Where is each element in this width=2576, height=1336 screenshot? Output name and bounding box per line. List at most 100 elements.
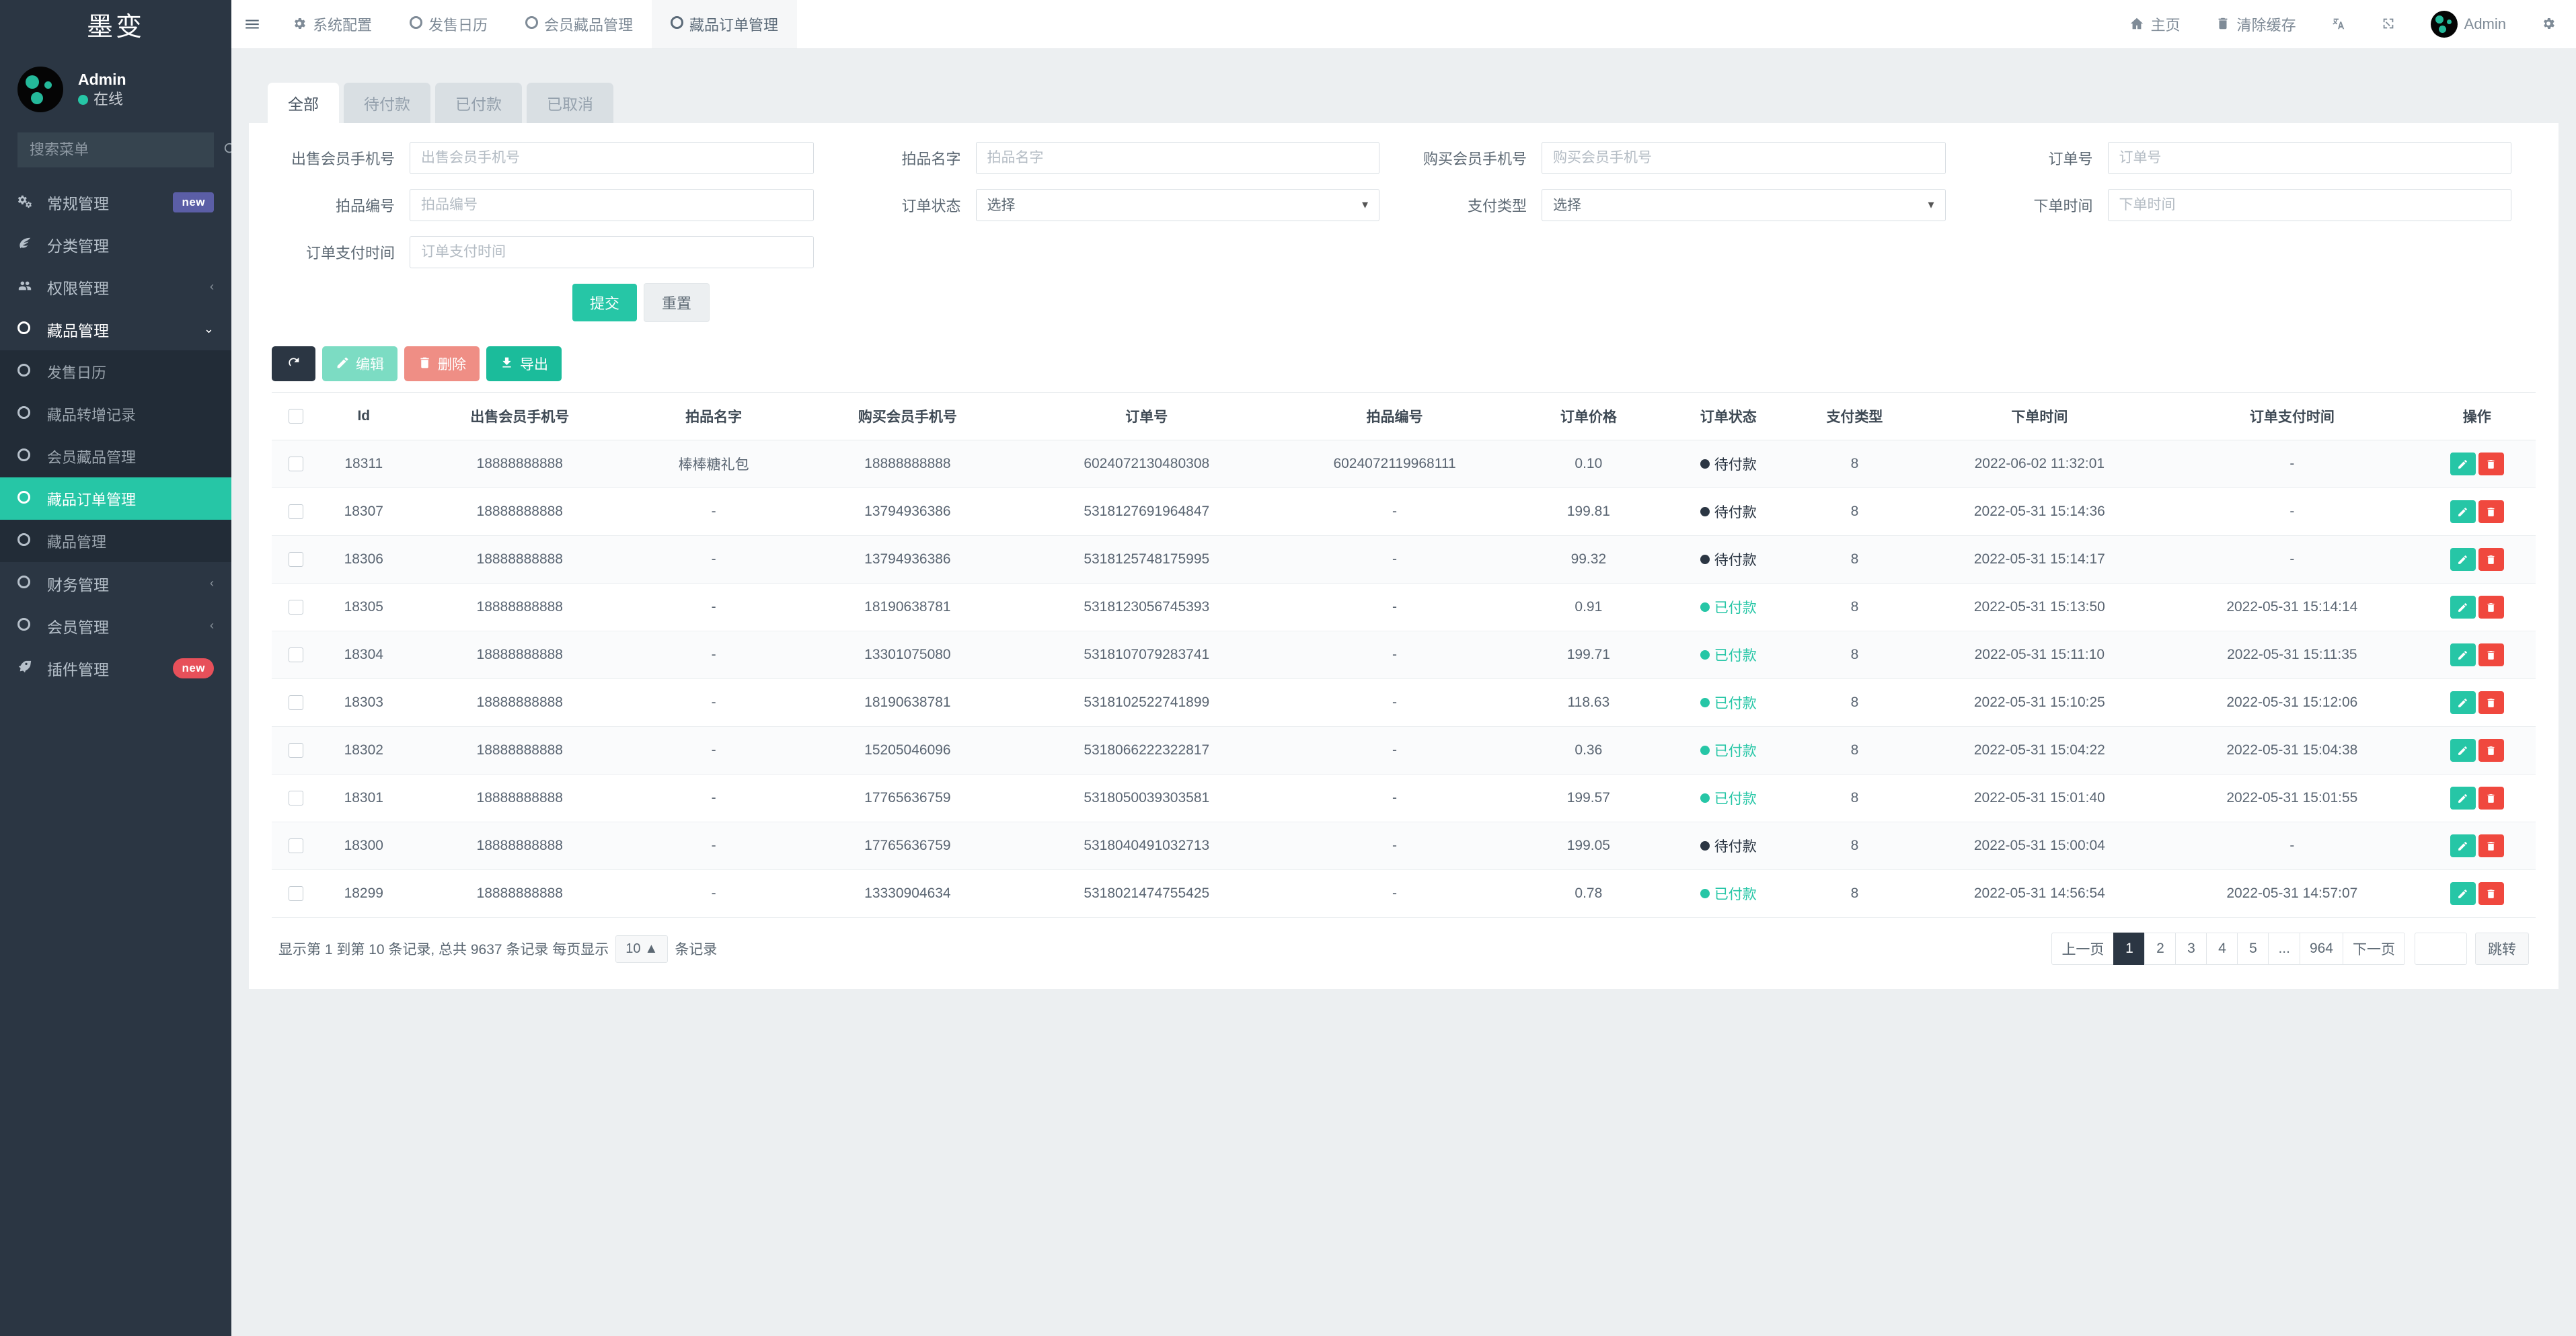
table-row[interactable]: 1829918888888888-13330904634531802147475… — [272, 870, 2536, 918]
row-edit-button[interactable] — [2450, 882, 2476, 905]
row-checkbox[interactable] — [289, 600, 303, 615]
column-header-0[interactable]: Id — [320, 393, 407, 440]
row-edit-button[interactable] — [2450, 453, 2476, 475]
sidebar-item-9[interactable]: 财务管理‹ — [0, 562, 231, 604]
column-header-9[interactable]: 下单时间 — [1914, 393, 2166, 440]
column-header-5[interactable]: 拍品编号 — [1273, 393, 1517, 440]
pager-page-4[interactable]: 5 — [2237, 933, 2268, 965]
field-input-4[interactable] — [410, 189, 814, 221]
column-header-7[interactable]: 订单状态 — [1661, 393, 1796, 440]
topbar-action-3[interactable] — [2363, 0, 2413, 48]
tab-3[interactable]: 已取消 — [527, 83, 613, 123]
topbar-tab-1[interactable]: 发售日历 — [391, 0, 506, 48]
row-edit-button[interactable] — [2450, 739, 2476, 762]
row-delete-button[interactable] — [2478, 453, 2504, 475]
column-header-1[interactable]: 出售会员手机号 — [407, 393, 632, 440]
row-checkbox[interactable] — [289, 695, 303, 710]
jump-input[interactable] — [2415, 933, 2467, 965]
row-edit-button[interactable] — [2450, 834, 2476, 857]
table-row[interactable]: 1830718888888888-13794936386531812769196… — [272, 488, 2536, 536]
column-header-6[interactable]: 订单价格 — [1517, 393, 1661, 440]
sidebar-item-5[interactable]: 藏品转增记录 — [0, 393, 231, 435]
topbar-tab-3[interactable]: 藏品订单管理 — [652, 0, 797, 48]
row-checkbox[interactable] — [289, 743, 303, 758]
sidebar-item-2[interactable]: 权限管理‹ — [0, 266, 231, 308]
table-row[interactable]: 1830218888888888-15205046096531806622232… — [272, 727, 2536, 775]
topbar-action-2[interactable] — [2314, 0, 2363, 48]
jump-button[interactable]: 跳转 — [2475, 933, 2529, 965]
field-select-6[interactable]: 选择 — [1542, 189, 1946, 221]
row-delete-button[interactable] — [2478, 643, 2504, 666]
table-row[interactable]: 1830618888888888-13794936386531812574817… — [272, 536, 2536, 584]
menu-search[interactable] — [17, 132, 214, 167]
tab-0[interactable]: 全部 — [268, 83, 339, 123]
sidebar-item-8[interactable]: 藏品管理 — [0, 520, 231, 562]
topbar-tab-2[interactable]: 会员藏品管理 — [506, 0, 652, 48]
pager-page-2[interactable]: 3 — [2175, 933, 2206, 965]
topbar-action-4[interactable]: Admin — [2413, 0, 2524, 48]
topbar-tab-0[interactable]: 系统配置 — [273, 0, 391, 48]
pager-page-0[interactable]: 1 — [2113, 933, 2144, 965]
sidebar-item-4[interactable]: 发售日历 — [0, 350, 231, 393]
field-select-5[interactable]: 选择 — [976, 189, 1380, 221]
row-delete-button[interactable] — [2478, 834, 2504, 857]
sidebar-item-1[interactable]: 分类管理 — [0, 223, 231, 266]
pager-page-6[interactable]: 964 — [2300, 933, 2343, 965]
row-delete-button[interactable] — [2478, 882, 2504, 905]
field-input-3[interactable] — [2108, 142, 2512, 174]
sidebar-item-11[interactable]: 插件管理new — [0, 647, 231, 689]
row-checkbox[interactable] — [289, 504, 303, 519]
column-header-3[interactable]: 购买会员手机号 — [795, 393, 1020, 440]
row-edit-button[interactable] — [2450, 787, 2476, 810]
pager-page-1[interactable]: 2 — [2144, 933, 2175, 965]
column-header-2[interactable]: 拍品名字 — [632, 393, 794, 440]
row-checkbox[interactable] — [289, 791, 303, 805]
row-delete-button[interactable] — [2478, 548, 2504, 571]
row-checkbox[interactable] — [289, 647, 303, 662]
column-header-10[interactable]: 订单支付时间 — [2166, 393, 2418, 440]
delete-button[interactable]: 删除 — [404, 346, 480, 381]
column-header-8[interactable]: 支付类型 — [1796, 393, 1913, 440]
field-input-7[interactable] — [2108, 189, 2512, 221]
search-input[interactable] — [30, 141, 223, 159]
field-input-8[interactable] — [410, 236, 814, 268]
column-header-4[interactable]: 订单号 — [1020, 393, 1273, 440]
field-input-2[interactable] — [1542, 142, 1946, 174]
row-checkbox[interactable] — [289, 886, 303, 901]
sidebar-item-10[interactable]: 会员管理‹ — [0, 604, 231, 647]
table-row[interactable]: 1830018888888888-17765636759531804049103… — [272, 822, 2536, 870]
edit-button[interactable]: 编辑 — [322, 346, 397, 381]
table-row[interactable]: 1830318888888888-18190638781531810252274… — [272, 679, 2536, 727]
per-page-select[interactable]: 10 ▲ — [615, 935, 668, 963]
table-row[interactable]: 1831118888888888棒棒糖礼包1888888888860240721… — [272, 440, 2536, 488]
row-checkbox[interactable] — [289, 552, 303, 567]
sidebar-item-3[interactable]: 藏品管理⌄ — [0, 308, 231, 350]
refresh-button[interactable] — [272, 346, 315, 381]
hamburger-icon[interactable] — [231, 0, 273, 48]
row-edit-button[interactable] — [2450, 596, 2476, 619]
select-all-checkbox[interactable] — [289, 409, 303, 424]
sidebar-item-0[interactable]: 常规管理new — [0, 181, 231, 223]
row-edit-button[interactable] — [2450, 500, 2476, 523]
row-edit-button[interactable] — [2450, 643, 2476, 666]
reset-button[interactable]: 重置 — [644, 283, 710, 322]
field-input-1[interactable] — [976, 142, 1380, 174]
column-header-11[interactable]: 操作 — [2419, 393, 2536, 440]
table-row[interactable]: 1830418888888888-13301075080531810707928… — [272, 631, 2536, 679]
row-edit-button[interactable] — [2450, 691, 2476, 714]
pager-page-5[interactable]: ... — [2268, 933, 2300, 965]
topbar-action-0[interactable]: 主页 — [2112, 0, 2198, 48]
sidebar-item-7[interactable]: 藏品订单管理 — [0, 477, 231, 520]
row-delete-button[interactable] — [2478, 739, 2504, 762]
topbar-action-5[interactable] — [2524, 0, 2576, 48]
row-delete-button[interactable] — [2478, 787, 2504, 810]
pager-prev[interactable]: 上一页 — [2051, 933, 2113, 965]
topbar-action-1[interactable]: 清除缓存 — [2198, 0, 2314, 48]
pager-page-3[interactable]: 4 — [2206, 933, 2237, 965]
tab-2[interactable]: 已付款 — [435, 83, 522, 123]
row-delete-button[interactable] — [2478, 596, 2504, 619]
row-edit-button[interactable] — [2450, 548, 2476, 571]
row-checkbox[interactable] — [289, 457, 303, 471]
row-checkbox[interactable] — [289, 838, 303, 853]
row-delete-button[interactable] — [2478, 500, 2504, 523]
